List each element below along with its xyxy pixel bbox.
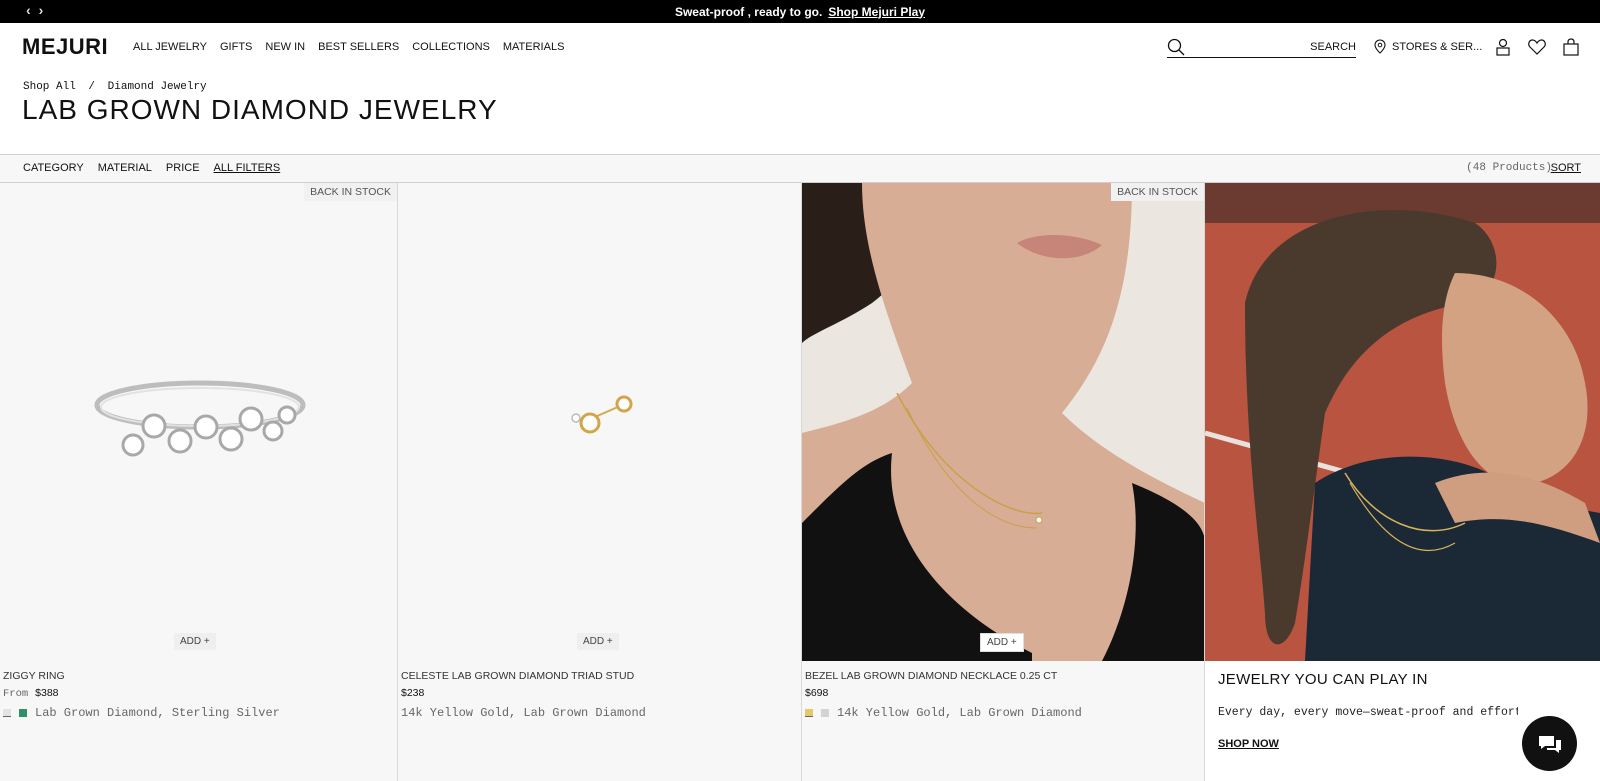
model-court-image — [1205, 183, 1600, 661]
stores-label: STORES & SER... — [1392, 40, 1483, 53]
product-name[interactable]: CELESTE LAB GROWN DIAMOND TRIAD STUD — [401, 670, 634, 682]
ring-image — [94, 380, 306, 457]
product-name[interactable]: BEZEL LAB GROWN DIAMOND NECKLACE 0.25 CT — [805, 670, 1057, 682]
product-card[interactable]: BACK IN STOCK ADD + ZIGGY RING From $388… — [0, 183, 398, 781]
page-title: LAB GROWN DIAMOND JEWELRY — [22, 94, 498, 125]
swatch-green[interactable] — [19, 709, 27, 717]
chat-button[interactable] — [1522, 716, 1577, 771]
breadcrumb-home[interactable]: Shop All — [23, 81, 76, 93]
product-price: $238 — [401, 687, 424, 699]
materials-text: 14k Yellow Gold, Lab Grown Diamond — [401, 706, 646, 720]
nav-materials[interactable]: MATERIALS — [503, 41, 565, 53]
search-input[interactable]: SEARCH — [1167, 36, 1356, 58]
product-materials: 14k Yellow Gold, Lab Grown Diamond — [805, 706, 1082, 720]
product-materials: 14k Yellow Gold, Lab Grown Diamond — [401, 706, 646, 720]
stores-link[interactable]: STORES & SER... — [1374, 39, 1482, 54]
product-grid: BACK IN STOCK ADD + ZIGGY RING From $388… — [0, 183, 1600, 781]
announcement-arrows: ‹ › — [26, 2, 43, 18]
swatch-silver[interactable] — [3, 709, 11, 717]
product-name[interactable]: ZIGGY RING — [3, 670, 65, 682]
price-value: $698 — [805, 687, 829, 699]
editorial-image[interactable] — [1205, 183, 1600, 661]
nav-gifts[interactable]: GIFTS — [220, 41, 252, 53]
product-card[interactable]: ADD + CELESTE LAB GROWN DIAMOND TRIAD ST… — [398, 183, 802, 781]
heart-icon[interactable] — [1527, 37, 1547, 57]
product-image[interactable] — [802, 183, 1204, 661]
search-icon — [1167, 38, 1185, 55]
stud-image — [571, 395, 633, 434]
editorial-body: Every day, every move—sweat-proof and ef… — [1218, 706, 1518, 719]
filter-all[interactable]: ALL FILTERS — [214, 162, 281, 174]
price-prefix: From — [3, 688, 29, 700]
swatch-silver[interactable] — [821, 709, 829, 717]
main-nav: ALL JEWELRY GIFTS NEW IN BEST SELLERS CO… — [133, 41, 564, 53]
price-value: $238 — [401, 687, 425, 699]
announcement-bar: ‹ › Sweat-proof , ready to go. Shop Meju… — [0, 0, 1600, 23]
account-icon[interactable] — [1493, 37, 1513, 57]
nav-collections[interactable]: COLLECTIONS — [412, 41, 490, 53]
editorial-title: JEWELRY YOU CAN PLAY IN — [1218, 671, 1428, 688]
product-count: (48 Products) — [1466, 162, 1552, 174]
announcement-text: Sweat-proof , ready to go. — [674, 4, 823, 19]
chat-icon — [1538, 735, 1561, 753]
chevron-left-icon[interactable]: ‹ — [26, 2, 31, 18]
search-label: SEARCH — [1310, 40, 1356, 53]
breadcrumb: Shop All / Diamond Jewelry — [23, 81, 207, 93]
add-to-cart-button[interactable]: ADD + — [980, 633, 1024, 652]
shop-now-link[interactable]: SHOP NOW — [1218, 738, 1279, 750]
product-card[interactable]: BACK IN STOCK ADD + BEZEL LAB GROWN DIAM… — [802, 183, 1205, 781]
filter-bar: CATEGORY MATERIAL PRICE ALL FILTERS (48 … — [0, 154, 1600, 183]
status-badge: BACK IN STOCK — [1111, 183, 1204, 201]
breadcrumb-separator: / — [88, 81, 96, 93]
materials-text: Lab Grown Diamond, Sterling Silver — [35, 706, 280, 720]
filter-price[interactable]: PRICE — [166, 162, 200, 174]
nav-all-jewelry[interactable]: ALL JEWELRY — [133, 41, 207, 53]
breadcrumb-current[interactable]: Diamond Jewelry — [108, 81, 207, 93]
product-image[interactable] — [398, 183, 801, 661]
product-materials: Lab Grown Diamond, Sterling Silver — [3, 706, 280, 720]
sort-button[interactable]: SORT — [1551, 162, 1581, 174]
materials-text: 14k Yellow Gold, Lab Grown Diamond — [837, 706, 1082, 720]
swatch-gold[interactable] — [805, 709, 813, 717]
add-to-cart-button[interactable]: ADD + — [174, 633, 216, 650]
bag-icon[interactable] — [1561, 37, 1581, 57]
status-badge: BACK IN STOCK — [304, 183, 397, 201]
announcement-link[interactable]: Shop Mejuri Play — [828, 5, 925, 19]
filter-material[interactable]: MATERIAL — [98, 162, 152, 174]
filter-category[interactable]: CATEGORY — [23, 162, 84, 174]
product-image[interactable] — [0, 183, 397, 661]
product-price: From $388 — [3, 687, 59, 700]
product-price: $698 — [805, 687, 828, 699]
logo[interactable]: MEJURI — [22, 34, 108, 60]
chevron-right-icon[interactable]: › — [39, 2, 44, 18]
editorial-card[interactable] — [1205, 183, 1600, 781]
nav-best-sellers[interactable]: BEST SELLERS — [318, 41, 399, 53]
price-value: $388 — [35, 687, 59, 699]
add-to-cart-button[interactable]: ADD + — [577, 633, 619, 650]
nav-new-in[interactable]: NEW IN — [265, 41, 305, 53]
site-header: MEJURI ALL JEWELRY GIFTS NEW IN BEST SEL… — [0, 23, 1600, 73]
model-necklace-image — [802, 183, 1204, 661]
location-pin-icon — [1374, 39, 1386, 54]
